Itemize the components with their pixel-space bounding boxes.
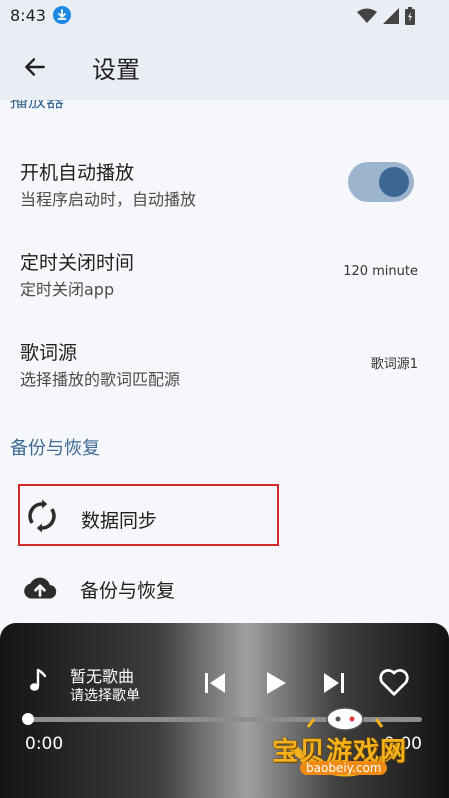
previous-button[interactable] — [198, 667, 232, 699]
music-note-icon — [30, 668, 47, 691]
autoplay-toggle[interactable] — [348, 162, 414, 202]
app-bar: 设置 — [0, 32, 449, 100]
song-subtitle: 请选择歌单 — [70, 688, 140, 704]
status-bar: 8:43 — [0, 0, 449, 32]
section-header-player-text: 播放器 — [10, 100, 64, 112]
download-notification-icon — [53, 6, 71, 24]
setting-autoplay-subtitle: 当程序启动时，自动播放 — [20, 190, 197, 209]
song-title: 暂无歌曲 — [70, 667, 135, 686]
setting-sleep-timer-subtitle: 定时关闭app — [20, 280, 115, 299]
setting-autoplay-title: 开机自动播放 — [20, 162, 135, 184]
skip-next-icon — [324, 673, 344, 693]
backup-restore-label: 备份与恢复 — [80, 580, 176, 602]
setting-lyrics-source-title: 歌词源 — [20, 342, 78, 364]
setting-sleep-timer-value: 120 minute — [343, 264, 418, 279]
play-icon — [267, 672, 286, 694]
data-sync-label: 数据同步 — [81, 510, 158, 532]
setting-sleep-timer-title: 定时关闭时间 — [20, 252, 135, 274]
status-time: 8:43 — [10, 6, 46, 25]
setting-lyrics-source-subtitle: 选择播放的歌词匹配源 — [20, 370, 181, 389]
arrow-back-icon — [25, 58, 45, 76]
next-button[interactable] — [317, 667, 351, 699]
toggle-knob — [379, 167, 409, 197]
back-button[interactable] — [18, 50, 52, 84]
skip-previous-icon — [205, 673, 225, 693]
progress-thumb[interactable] — [22, 713, 34, 725]
section-header-player: 播放器 — [0, 100, 449, 112]
play-button[interactable] — [258, 665, 294, 701]
battery-icon — [405, 7, 415, 25]
signal-icon — [383, 8, 399, 24]
sync-icon — [28, 499, 56, 533]
setting-lyrics-source-value: 歌词源1 — [370, 357, 418, 372]
wifi-icon — [357, 8, 377, 23]
cloud-upload-icon — [24, 577, 57, 599]
favorite-button[interactable] — [374, 663, 414, 701]
section-header-backup: 备份与恢复 — [10, 438, 100, 459]
heart-outline-icon — [379, 669, 409, 696]
status-icons — [357, 7, 415, 25]
watermark-url: baobeiy.com — [300, 761, 388, 775]
page-title: 设置 — [92, 56, 140, 84]
data-sync-item[interactable]: 数据同步 — [18, 484, 279, 546]
current-time: 0:00 — [25, 734, 64, 754]
